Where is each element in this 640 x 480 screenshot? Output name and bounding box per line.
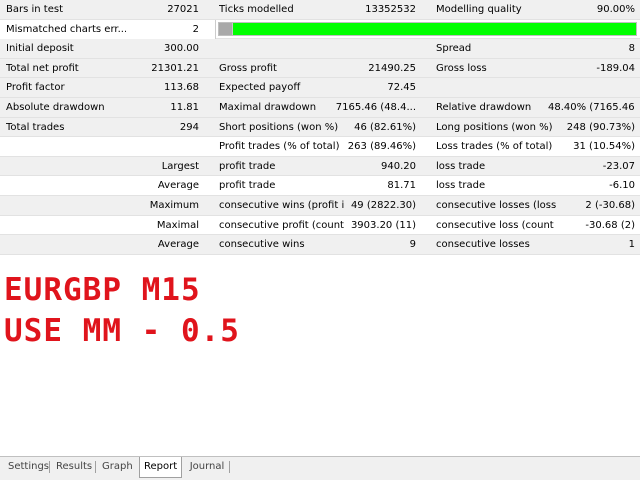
label-bars-in-test: Bars in test: [6, 4, 63, 15]
label-max-consecutive-losses: consecutive losses (loss in ...: [436, 199, 556, 211]
report-row-mismatched: Mismatched charts err... 2: [0, 19, 640, 40]
tab-settings-label: Settings: [8, 461, 50, 472]
value-initial-deposit: 300.00: [164, 43, 199, 55]
value-relative-drawdown: 48.40% (7165.46): [548, 101, 635, 113]
tab-separator: [49, 461, 50, 473]
label-average-consecutive: Average: [157, 239, 199, 251]
value-total-net-profit: 21301.21: [151, 62, 199, 74]
value-average-consecutive-wins: 9: [409, 239, 416, 251]
tab-separator: [95, 461, 96, 473]
value-gross-profit: 21490.25: [368, 62, 416, 74]
tab-settings[interactable]: Settings: [4, 457, 50, 477]
label-spread: Spread: [436, 43, 472, 55]
label-average-profit-trade: profit trade: [219, 180, 276, 192]
value-spread: 8: [628, 43, 635, 55]
value-absolute-drawdown: 11.81: [170, 101, 199, 113]
report-row-deposit: Initial deposit 300.00 Spread 8: [0, 39, 640, 59]
label-maximal: Maximal: [156, 219, 199, 231]
label-average-consecutive-losses: consecutive losses: [436, 239, 530, 251]
report-row-maximal: Maximal consecutive profit (count ... 39…: [0, 215, 640, 236]
tab-report[interactable]: Report: [139, 457, 182, 478]
tab-results[interactable]: Results: [52, 457, 96, 477]
value-long-positions: 248 (90.73%): [566, 121, 635, 133]
label-maximal-drawdown: Maximal drawdown: [219, 101, 317, 113]
value-modelling-quality: 90.00%: [596, 4, 635, 15]
label-largest-loss-trade: loss trade: [436, 160, 486, 172]
label-long-positions: Long positions (won %): [436, 121, 553, 133]
report-row-maximum: Maximum consecutive wins (profit in ... …: [0, 195, 640, 216]
tab-journal-label: Journal: [189, 461, 225, 472]
label-maximum: Maximum: [149, 199, 199, 211]
overlay-money-management: USE MM - 0.5: [4, 313, 240, 349]
tab-journal[interactable]: Journal: [184, 457, 230, 477]
report-row-drawdown: Absolute drawdown 11.81 Maximal drawdown…: [0, 97, 640, 118]
value-profit-trades: 263 (89.46%): [347, 141, 416, 153]
label-average-loss-trade: loss trade: [436, 180, 486, 192]
label-largest-profit-trade: profit trade: [219, 160, 276, 172]
report-row-profit-trades: Profit trades (% of total) 263 (89.46%) …: [0, 137, 640, 157]
report-row-bars: Bars in test 27021 Ticks modelled 133525…: [0, 0, 640, 20]
tab-results-label: Results: [56, 461, 93, 472]
value-gross-loss: -189.04: [596, 62, 635, 74]
value-ticks-modelled: 13352532: [365, 4, 416, 15]
tab-graph-label: Graph: [102, 461, 133, 472]
tester-tab-bar: Settings Results Graph Report Journal: [0, 456, 640, 480]
value-max-consecutive-losses: 2 (-30.68): [585, 199, 635, 211]
value-average-consecutive-losses: 1: [628, 239, 635, 251]
report-table: Bars in test 27021 Ticks modelled 133525…: [0, 0, 640, 255]
report-row-total-trades: Total trades 294 Short positions (won %)…: [0, 117, 640, 138]
label-largest: Largest: [161, 160, 199, 172]
label-maximal-consecutive-loss: consecutive loss (count of ...: [436, 219, 556, 231]
quality-bar-gray-segment: [219, 22, 232, 35]
value-short-positions: 46 (82.61%): [354, 121, 416, 133]
label-profit-trades: Profit trades (% of total): [219, 141, 340, 153]
label-ticks-modelled: Ticks modelled: [219, 4, 294, 15]
value-maximal-drawdown: 7165.46 (48.4...: [335, 101, 416, 113]
value-maximal-consecutive-loss: -30.68 (2): [585, 219, 635, 231]
label-loss-trades: Loss trades (% of total): [436, 141, 553, 153]
label-total-trades: Total trades: [6, 121, 65, 133]
label-max-consecutive-wins: consecutive wins (profit in ...: [219, 199, 344, 211]
value-maximal-consecutive-profit: 3903.20 (11): [350, 219, 416, 231]
label-short-positions: Short positions (won %): [219, 121, 339, 133]
label-total-net-profit: Total net profit: [6, 62, 79, 74]
label-maximal-consecutive-profit: consecutive profit (count ...: [219, 219, 344, 231]
label-average: Average: [157, 180, 199, 192]
value-expected-payoff: 72.45: [387, 82, 416, 94]
label-absolute-drawdown: Absolute drawdown: [6, 101, 105, 113]
report-row-average-consecutive: Average consecutive wins 9 consecutive l…: [0, 235, 640, 255]
label-gross-profit: Gross profit: [219, 62, 277, 74]
value-mismatched-charts: 2: [192, 23, 199, 35]
value-largest-loss-trade: -23.07: [602, 160, 635, 172]
overlay-symbol-timeframe: EURGBP M15: [4, 272, 201, 308]
report-row-average: Average profit trade 81.71 loss trade -6…: [0, 176, 640, 196]
report-row-profit-factor: Profit factor 113.68 Expected payoff 72.…: [0, 78, 640, 98]
value-max-consecutive-wins: 49 (2822.30): [350, 199, 416, 211]
label-average-consecutive-wins: consecutive wins: [219, 239, 305, 251]
tab-separator: [229, 461, 230, 473]
modelling-quality-bar: [218, 21, 637, 36]
label-expected-payoff: Expected payoff: [219, 82, 301, 94]
value-average-loss-trade: -6.10: [609, 180, 635, 192]
tab-report-label: Report: [144, 461, 178, 472]
report-row-largest: Largest profit trade 940.20 loss trade -…: [0, 156, 640, 177]
value-bars-in-test: 27021: [167, 4, 199, 15]
label-modelling-quality: Modelling quality: [436, 4, 522, 15]
value-loss-trades: 31 (10.54%): [573, 141, 635, 153]
label-initial-deposit: Initial deposit: [6, 43, 74, 55]
label-profit-factor: Profit factor: [6, 82, 65, 94]
value-average-profit-trade: 81.71: [387, 180, 416, 192]
report-row-net-profit: Total net profit 21301.21 Gross profit 2…: [0, 58, 640, 79]
value-profit-factor: 113.68: [164, 82, 199, 94]
label-gross-loss: Gross loss: [436, 62, 487, 74]
value-total-trades: 294: [179, 121, 199, 133]
tab-graph[interactable]: Graph: [98, 457, 136, 477]
label-mismatched-charts: Mismatched charts err...: [6, 23, 126, 35]
value-largest-profit-trade: 940.20: [381, 160, 416, 172]
label-relative-drawdown: Relative drawdown: [436, 101, 532, 113]
quality-bar-fill: [233, 22, 636, 35]
